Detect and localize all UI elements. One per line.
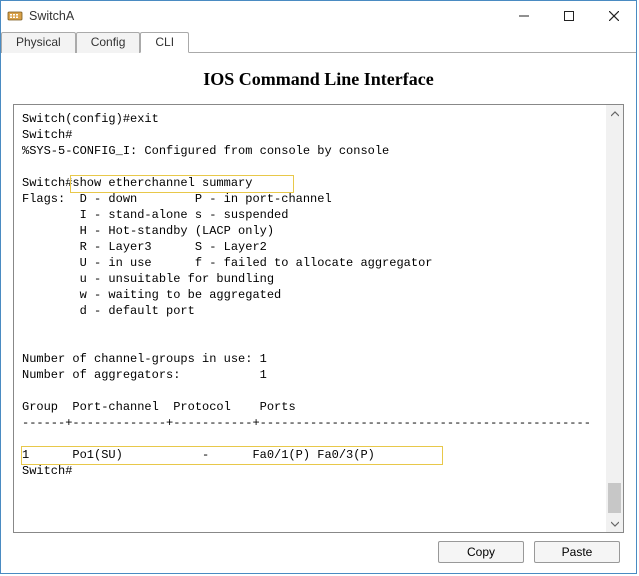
terminal-container: Switch(config)#exitSwitch#%SYS-5-CONFIG_… xyxy=(13,104,624,533)
minimize-button[interactable] xyxy=(501,1,546,31)
window-controls xyxy=(501,1,636,31)
terminal-line xyxy=(22,335,615,351)
close-button[interactable] xyxy=(591,1,636,31)
terminal-line: H - Hot-standby (LACP only) xyxy=(22,223,615,239)
window-title: SwitchA xyxy=(29,9,501,23)
terminal-line: u - unsuitable for bundling xyxy=(22,271,615,287)
scroll-down-button[interactable] xyxy=(606,515,623,532)
cli-heading: IOS Command Line Interface xyxy=(13,69,624,90)
terminal-line: Number of channel-groups in use: 1 xyxy=(22,351,615,367)
button-row: Copy Paste xyxy=(13,533,624,565)
terminal-line xyxy=(22,383,615,399)
terminal-line: %SYS-5-CONFIG_I: Configured from console… xyxy=(22,143,615,159)
copy-button[interactable]: Copy xyxy=(438,541,524,563)
minimize-icon xyxy=(519,11,529,21)
titlebar: SwitchA xyxy=(1,1,636,31)
scroll-up-button[interactable] xyxy=(606,105,623,122)
terminal-line: I - stand-alone s - suspended xyxy=(22,207,615,223)
terminal-line: 1 Po1(SU) - Fa0/1(P) Fa0/3(P) xyxy=(22,447,615,463)
tab-physical[interactable]: Physical xyxy=(1,32,76,53)
paste-button[interactable]: Paste xyxy=(534,541,620,563)
terminal-scrollbar[interactable] xyxy=(606,105,623,532)
terminal-line: Switch# xyxy=(22,127,615,143)
close-icon xyxy=(609,11,619,21)
terminal-line: Number of aggregators: 1 xyxy=(22,367,615,383)
terminal-line: Flags: D - down P - in port-channel xyxy=(22,191,615,207)
terminal-line: d - default port xyxy=(22,303,615,319)
terminal-line: Switch# xyxy=(22,463,615,479)
content-area: IOS Command Line Interface Switch(config… xyxy=(1,53,636,573)
tab-bar: Physical Config CLI xyxy=(1,31,636,53)
terminal-line xyxy=(22,159,615,175)
chevron-up-icon xyxy=(611,110,619,118)
terminal-line: R - Layer3 S - Layer2 xyxy=(22,239,615,255)
maximize-button[interactable] xyxy=(546,1,591,31)
chevron-down-icon xyxy=(611,520,619,528)
app-icon xyxy=(7,8,23,24)
scroll-track[interactable] xyxy=(606,122,623,515)
maximize-icon xyxy=(564,11,574,21)
terminal-line: w - waiting to be aggregated xyxy=(22,287,615,303)
app-window: SwitchA Physical Config CLI IOS Command … xyxy=(0,0,637,574)
cli-terminal[interactable]: Switch(config)#exitSwitch#%SYS-5-CONFIG_… xyxy=(13,104,624,533)
terminal-line: Switch#show etherchannel summary xyxy=(22,175,615,191)
terminal-line xyxy=(22,431,615,447)
terminal-line: Switch(config)#exit xyxy=(22,111,615,127)
terminal-line: Group Port-channel Protocol Ports xyxy=(22,399,615,415)
terminal-line: U - in use f - failed to allocate aggreg… xyxy=(22,255,615,271)
terminal-line xyxy=(22,319,615,335)
scroll-thumb[interactable] xyxy=(608,483,621,513)
tab-cli[interactable]: CLI xyxy=(140,32,189,53)
terminal-line: ------+-------------+-----------+-------… xyxy=(22,415,615,431)
tab-config[interactable]: Config xyxy=(76,32,141,53)
